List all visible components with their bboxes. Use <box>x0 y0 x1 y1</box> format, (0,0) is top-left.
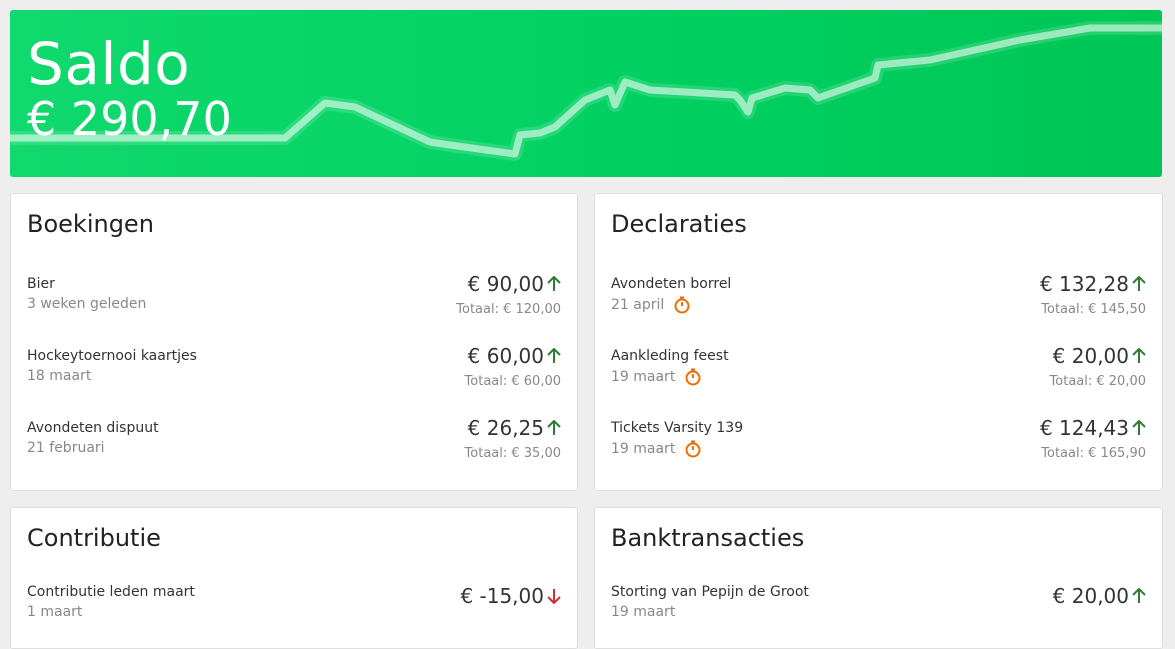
item-date: 1 maart <box>27 604 83 620</box>
item-total: Totaal: € 35,00 <box>464 446 561 461</box>
boekingen-card[interactable]: Boekingen Bier 3 weken geleden € 90,00 T… <box>10 193 578 491</box>
item-name: Aankleding feest <box>611 348 729 364</box>
item-total: Totaal: € 60,00 <box>464 374 561 389</box>
item-amount: € 90,00 <box>468 272 561 296</box>
item-date: 19 maart <box>611 440 701 458</box>
list-item[interactable]: Aankleding feest 19 maart € 20,00 Totaal… <box>611 344 1146 408</box>
item-total: Totaal: € 120,00 <box>456 302 561 317</box>
list-item[interactable]: Tickets Varsity 139 19 maart € 124,43 To… <box>611 416 1146 480</box>
item-total: Totaal: € 145,50 <box>1041 302 1146 317</box>
banktransacties-card[interactable]: Banktransacties Storting van Pepijn de G… <box>594 507 1163 649</box>
saldo-amount: € 290,70 <box>27 92 232 146</box>
list-item[interactable]: Avondeten dispuut 21 februari € 26,25 To… <box>27 416 561 480</box>
item-amount: € 26,25 <box>468 416 561 440</box>
card-title: Banktransacties <box>611 524 805 552</box>
item-amount: € 124,43 <box>1040 416 1146 440</box>
arrow-up-icon <box>547 420 561 435</box>
item-name: Hockeytoernooi kaartjes <box>27 348 197 364</box>
item-date: 19 maart <box>611 604 676 620</box>
saldo-title: Saldo <box>27 30 191 98</box>
item-date: 19 maart <box>611 368 701 386</box>
timer-icon <box>674 296 690 314</box>
item-date: 3 weken geleden <box>27 296 147 312</box>
list-item[interactable]: Avondeten borrel 21 april € 132,28 Totaa… <box>611 272 1146 336</box>
item-amount: € 20,00 <box>1053 584 1146 608</box>
item-amount: € 132,28 <box>1040 272 1146 296</box>
arrow-up-icon <box>547 276 561 291</box>
arrow-up-icon <box>1132 420 1146 435</box>
item-name: Contributie leden maart <box>27 584 195 600</box>
item-date: 18 maart <box>27 368 92 384</box>
card-title: Declaraties <box>611 210 747 238</box>
card-title: Contributie <box>27 524 161 552</box>
item-name: Bier <box>27 276 55 292</box>
list-item[interactable]: Hockeytoernooi kaartjes 18 maart € 60,00… <box>27 344 561 408</box>
item-total: Totaal: € 165,90 <box>1041 446 1146 461</box>
item-total: Totaal: € 20,00 <box>1049 374 1146 389</box>
item-name: Avondeten dispuut <box>27 420 159 436</box>
arrow-up-icon <box>1132 348 1146 363</box>
arrow-down-icon <box>547 589 561 604</box>
item-date: 21 april <box>611 296 690 314</box>
contributie-card[interactable]: Contributie Contributie leden maart 1 ma… <box>10 507 578 649</box>
timer-icon <box>685 440 701 458</box>
list-item[interactable]: Storting van Pepijn de Groot 19 maart € … <box>611 584 1146 644</box>
card-title: Boekingen <box>27 210 154 238</box>
item-amount: € 60,00 <box>468 344 561 368</box>
item-amount: € 20,00 <box>1053 344 1146 368</box>
item-name: Storting van Pepijn de Groot <box>611 584 809 600</box>
arrow-up-icon <box>1132 276 1146 291</box>
timer-icon <box>685 368 701 386</box>
item-date: 21 februari <box>27 440 105 456</box>
saldo-banner: Saldo € 290,70 <box>10 10 1162 177</box>
item-name: Avondeten borrel <box>611 276 732 292</box>
list-item[interactable]: Bier 3 weken geleden € 90,00 Totaal: € 1… <box>27 272 561 336</box>
list-item[interactable]: Contributie leden maart 1 maart € -15,00 <box>27 584 561 644</box>
declaraties-card[interactable]: Declaraties Avondeten borrel 21 april € … <box>594 193 1163 491</box>
item-amount: € -15,00 <box>460 584 561 608</box>
arrow-up-icon <box>1132 588 1146 603</box>
item-name: Tickets Varsity 139 <box>611 420 744 436</box>
arrow-up-icon <box>547 348 561 363</box>
